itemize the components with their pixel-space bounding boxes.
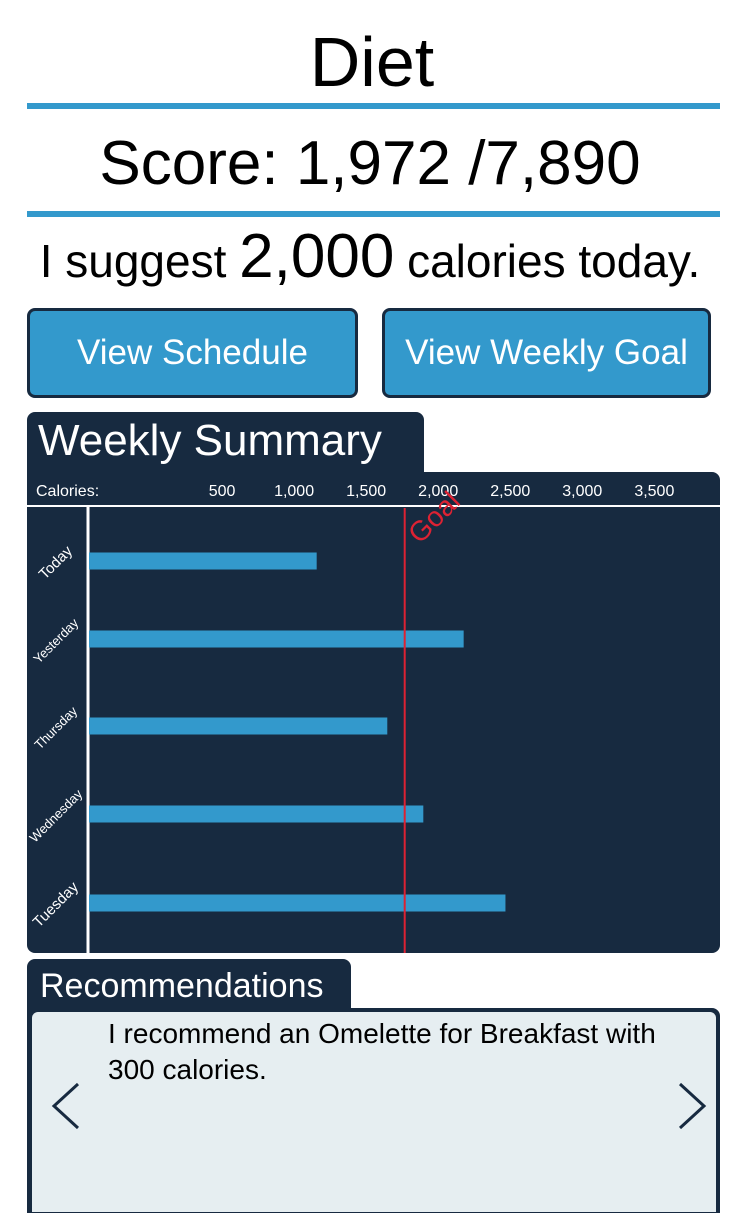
suggestion-prefix: I suggest	[39, 235, 240, 287]
bar-wednesday	[89, 805, 424, 823]
bar-thursday	[89, 717, 388, 735]
recommendations-title: Recommendations	[27, 959, 351, 1011]
weekly-summary-chart: Calories: 500 1,000 1,500 2,000 2,500 3,000 3,5…	[27, 472, 720, 953]
bar-tuesday	[89, 894, 506, 912]
bar-today	[89, 552, 317, 570]
divider	[27, 103, 720, 109]
x-tick-label: 1,500	[346, 483, 386, 500]
view-schedule-button[interactable]: View Schedule	[27, 308, 358, 398]
page-title: Diet	[309, 23, 435, 101]
x-tick-label: 3,000	[562, 483, 602, 500]
x-tick-label: 3,500	[634, 483, 674, 500]
recommendation-text: I recommend an Omelette for Breakfast wi…	[108, 1018, 656, 1085]
chevron-right-icon[interactable]	[674, 1080, 708, 1132]
y-tick-label: Yesterday	[30, 615, 82, 667]
suggestion-suffix: calories today.	[394, 235, 701, 287]
x-tick-label: 2,500	[490, 483, 530, 500]
y-tick-label: Thursday	[31, 703, 80, 752]
calorie-suggestion: I suggest 2,000 calories today.	[0, 222, 740, 296]
y-tick-label: Tuesday	[30, 878, 83, 931]
score-text: Score: 1,972 /7,890	[99, 129, 641, 198]
x-axis-label: Calories:	[36, 483, 99, 500]
y-tick-label: Wednesday	[27, 786, 86, 845]
x-tick-label: 500	[209, 483, 236, 500]
suggested-calories: 2,000	[239, 222, 395, 291]
y-tick-label: Today	[36, 542, 77, 583]
chevron-left-icon[interactable]	[50, 1080, 84, 1132]
weekly-summary-title: Weekly Summary	[27, 412, 424, 474]
view-weekly-goal-label: View Weekly Goal	[405, 333, 688, 372]
bar-yesterday	[89, 630, 464, 648]
chart-canvas: Calories: 500 1,000 1,500 2,000 2,500 3,000 3,5…	[27, 483, 720, 953]
divider	[27, 211, 720, 217]
view-weekly-goal-button[interactable]: View Weekly Goal	[382, 308, 711, 398]
view-schedule-label: View Schedule	[77, 333, 308, 372]
x-tick-label: 1,000	[274, 483, 314, 500]
